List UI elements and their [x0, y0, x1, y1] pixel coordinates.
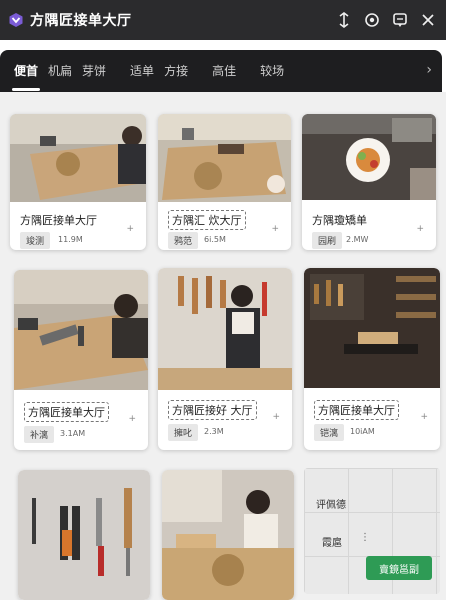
card-title: 方隅匠接单大厅: [314, 400, 399, 420]
card-meta: 11.9M: [58, 235, 83, 244]
close-icon[interactable]: [420, 12, 436, 28]
tab-5[interactable]: 方接: [164, 62, 188, 81]
tab-bar: 便首 机扁 芽饼 适单 方接 高佳 较场 ›: [0, 50, 442, 92]
tab-4[interactable]: 适单: [130, 62, 154, 81]
card-tag: 铠漓: [314, 424, 345, 441]
card-tag: 鸦范: [168, 232, 199, 249]
order-card[interactable]: 方隅匠接单大厅 补漓 3.1AM +: [14, 270, 148, 450]
card-title: 方隅匠接单大厅: [20, 214, 97, 227]
card-title: 方隅匠接好 大厅: [168, 400, 257, 420]
info-label: 评佩德: [316, 500, 346, 511]
card-title: 方隅汇 炊大厅: [168, 210, 246, 230]
app-logo-icon: [9, 13, 23, 27]
card-tag: 园刷: [312, 232, 343, 249]
resize-vertical-icon[interactable]: [336, 12, 352, 28]
more-icon[interactable]: ⋮: [360, 532, 370, 543]
card-meta: 6i.5M: [204, 235, 226, 244]
add-icon[interactable]: +: [126, 224, 134, 234]
add-icon[interactable]: +: [416, 224, 424, 234]
tab-6[interactable]: 高佳: [212, 62, 236, 81]
add-icon[interactable]: +: [271, 224, 279, 234]
tab-3[interactable]: 芽饼: [82, 62, 106, 81]
card-image: [302, 114, 436, 200]
add-icon[interactable]: +: [420, 412, 428, 422]
add-icon[interactable]: +: [272, 412, 280, 422]
card-grid: 方隅匠接单大厅 竣测 11.9M + 方隅汇 炊大厅 鸦范 6i.5M + 方隅…: [0, 92, 446, 600]
app-title: 方隅匠接单大厅: [30, 13, 132, 29]
order-card[interactable]: 方隅瓊矯单 园刷 2.MW +: [302, 114, 436, 250]
message-icon[interactable]: [392, 12, 408, 28]
info-label: 霞扈: [322, 538, 342, 549]
tab-2[interactable]: 机扁: [48, 62, 72, 81]
target-icon[interactable]: [364, 12, 380, 28]
card-meta: 2.3M: [204, 427, 224, 436]
card-image: [14, 270, 148, 390]
card-title: 方隅瓊矯单: [312, 214, 367, 227]
card-image: [158, 268, 292, 390]
card-meta: 3.1AM: [60, 429, 86, 438]
card-image: [18, 470, 150, 600]
order-card[interactable]: 方隅汇 炊大厅 鸦范 6i.5M +: [158, 114, 291, 250]
card-tag: 擁叱: [168, 424, 199, 441]
order-card[interactable]: 方隅匠接好 大厅 擁叱 2.3M +: [158, 268, 292, 450]
card-image: [162, 470, 294, 600]
order-card[interactable]: 方隅匠接单大厅 竣测 11.9M +: [10, 114, 146, 250]
tab-7[interactable]: 较场: [260, 62, 284, 81]
tab-home[interactable]: 便首: [11, 62, 41, 91]
card-image: [304, 268, 440, 388]
craft-image-card[interactable]: [162, 470, 294, 600]
info-panel: 评佩德 霞扈 ⋮ 賣鏡邕副: [304, 468, 440, 594]
primary-action-button[interactable]: 賣鏡邕副: [366, 556, 432, 580]
title-bar: 方隅匠接单大厅: [0, 0, 446, 40]
add-icon[interactable]: +: [128, 414, 136, 424]
card-meta: 2.MW: [346, 235, 369, 244]
card-tag: 竣测: [20, 232, 51, 249]
card-meta: 10iAM: [350, 427, 375, 436]
card-tag: 补漓: [24, 426, 55, 443]
tools-image-card[interactable]: [18, 470, 150, 600]
card-image: [10, 114, 146, 202]
card-image: [158, 114, 291, 202]
card-title: 方隅匠接单大厅: [24, 402, 109, 422]
order-card[interactable]: 方隅匠接单大厅 铠漓 10iAM +: [304, 268, 440, 450]
chevron-right-icon[interactable]: ›: [426, 62, 432, 78]
